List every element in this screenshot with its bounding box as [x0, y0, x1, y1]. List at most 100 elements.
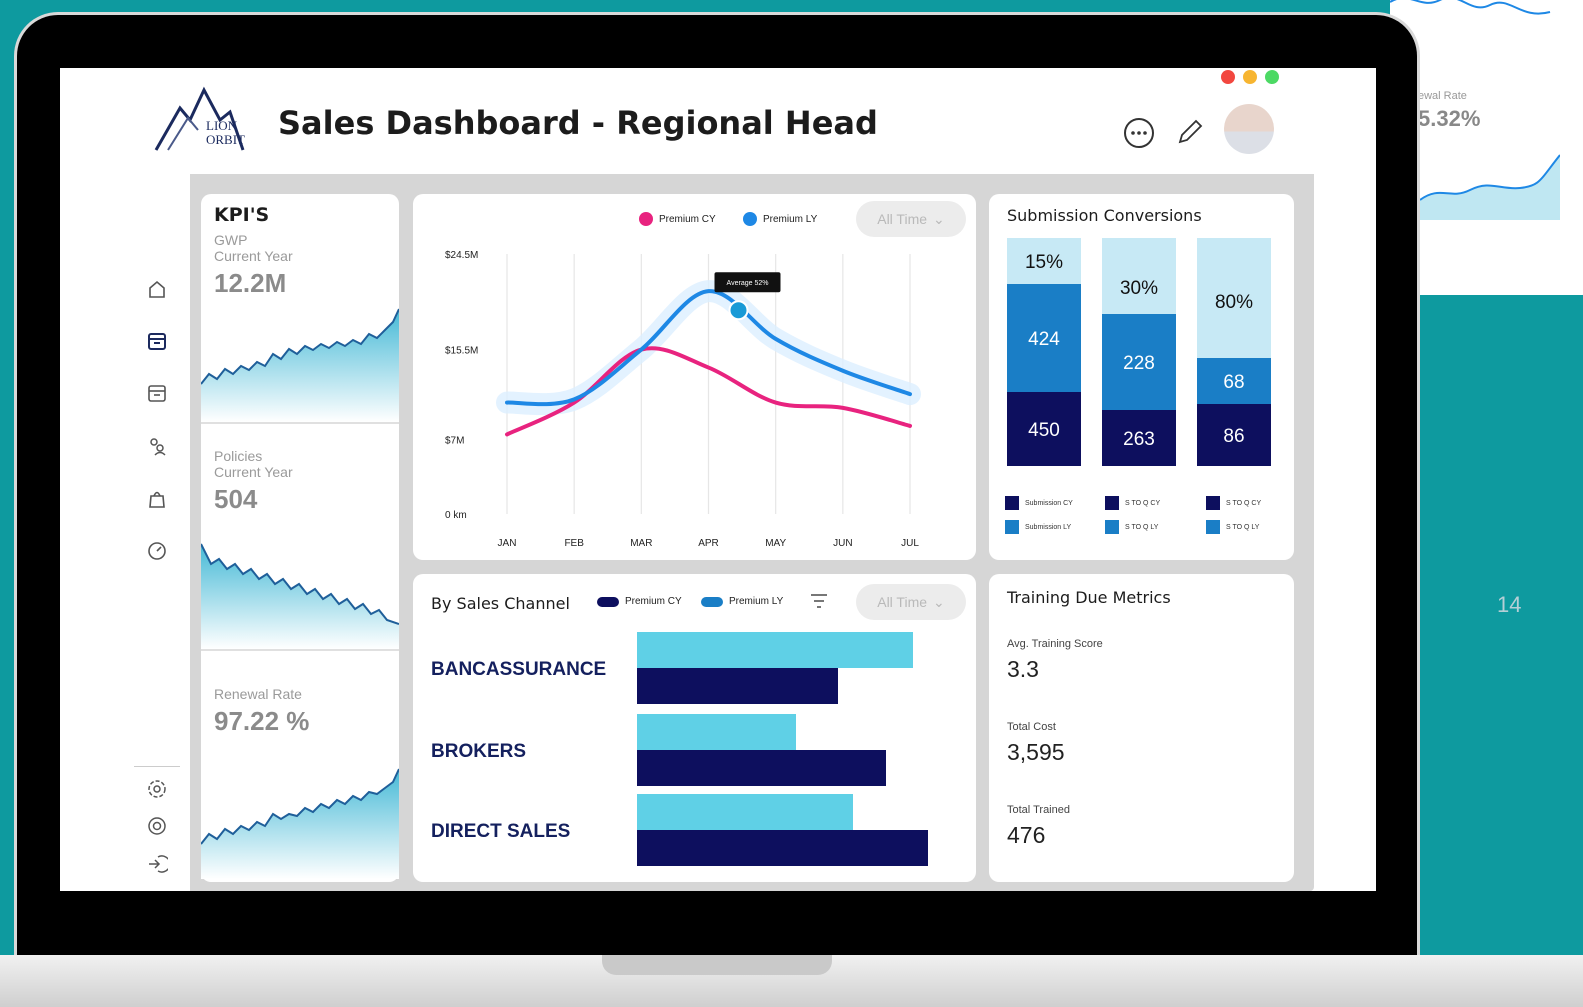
stack-middle-label: 228 — [1123, 353, 1155, 374]
kpi-card: KPI'S GWP Current Year 12.2M Policies Cu… — [201, 194, 399, 882]
close-dot[interactable] — [1221, 70, 1235, 84]
page-number: 14 — [1497, 592, 1522, 617]
legend-channel-ly-label: Premium LY — [729, 596, 784, 607]
legend-channel-cy-swatch — [597, 596, 619, 607]
submission-stacked-chart: 15% 424 450 30% 228 263 80% 68 86 — [1007, 238, 1271, 466]
training-card: Training Due Metrics Avg. Training Score… — [989, 574, 1294, 882]
legend-swatch — [1105, 496, 1119, 510]
chevron-down-icon: ⌄ — [933, 210, 945, 227]
bar-premium-ly — [637, 714, 796, 750]
logout-icon[interactable] — [142, 852, 172, 876]
logo: LION ORBIT — [148, 80, 248, 164]
inbox-icon[interactable] — [142, 329, 172, 353]
maximize-dot[interactable] — [1265, 70, 1279, 84]
legend-channel-cy: Premium CY — [597, 596, 682, 607]
kpi-divider-2 — [201, 649, 399, 651]
stack-middle-label: 68 — [1223, 372, 1244, 393]
sales-channel-card: By Sales Channel Premium CY Premium LY A… — [413, 574, 976, 882]
legend-swatch — [1206, 520, 1220, 534]
peek-label: ewal Rate — [1418, 90, 1467, 102]
channel-label: DIRECT SALES — [431, 821, 570, 842]
policies-label: Policies — [214, 448, 263, 464]
bar-premium-cy — [637, 668, 838, 704]
page-title: Sales Dashboard - Regional Head — [278, 104, 878, 142]
legend-label: Submission CY — [1025, 499, 1073, 507]
renewal-label: Renewal Rate — [214, 686, 302, 702]
x-tick-label: JUL — [901, 538, 919, 549]
legend-swatch — [1005, 520, 1019, 534]
pencil-icon[interactable] — [1174, 116, 1206, 148]
legend-item: S TO Q CY — [1105, 496, 1160, 510]
submission-legend: Submission CY Submission LY S TO Q CY S TO … — [1005, 496, 1285, 546]
x-tick-label: JUN — [833, 538, 852, 549]
home-icon[interactable] — [142, 277, 172, 301]
peek-value: 5.32% — [1418, 106, 1481, 131]
channel-time-filter-value: All Time — [877, 594, 928, 610]
settings-icon[interactable] — [142, 777, 172, 801]
legend-channel-cy-label: Premium CY — [625, 596, 682, 607]
stack-top-label: 30% — [1120, 278, 1158, 299]
gwp-sparkline — [201, 308, 399, 422]
bar-premium-ly — [637, 794, 853, 830]
time-filter-value: All Time — [877, 211, 928, 227]
submission-title: Submission Conversions — [1007, 206, 1202, 225]
avg-score-label: Avg. Training Score — [1007, 638, 1103, 650]
chevron-down-icon: ⌄ — [933, 593, 945, 610]
total-trained-label: Total Trained — [1007, 804, 1070, 816]
window-controls — [1221, 70, 1279, 84]
legend-cy-swatch — [639, 212, 653, 226]
support-icon[interactable] — [142, 814, 172, 838]
policies-value: 504 — [214, 484, 258, 514]
sidebar-divider — [134, 766, 180, 767]
laptop-notch — [602, 955, 832, 975]
x-tick-label: APR — [698, 538, 719, 549]
background-sparkline — [1390, 0, 1551, 15]
y-tick-label: 0 km — [445, 510, 467, 521]
policies-sublabel: Current Year — [214, 464, 293, 480]
stack-top-segment — [1102, 238, 1176, 314]
legend-swatch — [1005, 496, 1019, 510]
legend-premium-ly: Premium LY — [743, 212, 817, 226]
legend-label: S TO Q LY — [1125, 523, 1159, 531]
chat-icon[interactable] — [1122, 116, 1156, 150]
total-cost-label: Total Cost — [1007, 721, 1056, 733]
gauge-icon[interactable] — [142, 538, 172, 562]
legend-ly-swatch — [743, 212, 757, 226]
stack-middle-label: 424 — [1028, 329, 1060, 350]
y-tick-label: $7M — [445, 436, 464, 447]
avatar[interactable] — [1224, 104, 1274, 154]
legend-item: Submission LY — [1005, 520, 1071, 534]
x-tick-label: JAN — [498, 538, 517, 549]
legend-item: Submission CY — [1005, 496, 1073, 510]
submission-card: Submission Conversions 15% 424 450 30% 228 26… — [989, 194, 1294, 560]
legend-label: S TO Q CY — [1226, 499, 1262, 507]
bag-icon[interactable] — [142, 486, 172, 510]
premium-chart-card: Premium CY Premium LY All Time ⌄ $24.5M $… — [413, 194, 976, 560]
sales-channel-bar-chart: BANCASSURANCE BROKERS DIRECT SALES — [431, 632, 928, 866]
sales-channel-title: By Sales Channel — [431, 594, 570, 613]
filter-icon[interactable] — [809, 592, 829, 610]
time-filter-dropdown[interactable]: All Time ⌄ — [856, 201, 966, 237]
background-sparkline-2 — [1420, 154, 1560, 220]
minimize-dot[interactable] — [1243, 70, 1257, 84]
header: LION ORBIT Sales Dashboard - Regional He… — [124, 68, 1314, 174]
users-icon[interactable] — [142, 434, 172, 458]
legend-cy-label: Premium CY — [659, 213, 716, 225]
archive-icon[interactable] — [142, 381, 172, 405]
legend-channel-ly-swatch — [701, 596, 723, 607]
x-tick-label: MAY — [765, 538, 786, 549]
laptop-screen: LION ORBIT Sales Dashboard - Regional He… — [60, 68, 1376, 891]
dashboard-app: LION ORBIT Sales Dashboard - Regional He… — [124, 68, 1314, 891]
channel-time-filter-dropdown[interactable]: All Time ⌄ — [856, 584, 966, 620]
stack-bottom-label: 86 — [1223, 426, 1244, 447]
legend-label: S TO Q CY — [1125, 499, 1161, 507]
legend-item: S TO Q LY — [1206, 520, 1259, 534]
gwp-sublabel: Current Year — [214, 248, 293, 264]
stack-top-label: 80% — [1215, 292, 1253, 313]
kpi-divider-1 — [201, 422, 399, 424]
x-tick-label: FEB — [564, 538, 584, 549]
legend-label: Submission LY — [1025, 523, 1072, 531]
premium-line-chart: $24.5M $15.5M $7M 0 km JAN FEB MAR APR MAY JUN JUL… — [445, 250, 921, 549]
data-point-marker — [728, 300, 749, 321]
legend-premium-cy: Premium CY — [639, 212, 716, 226]
